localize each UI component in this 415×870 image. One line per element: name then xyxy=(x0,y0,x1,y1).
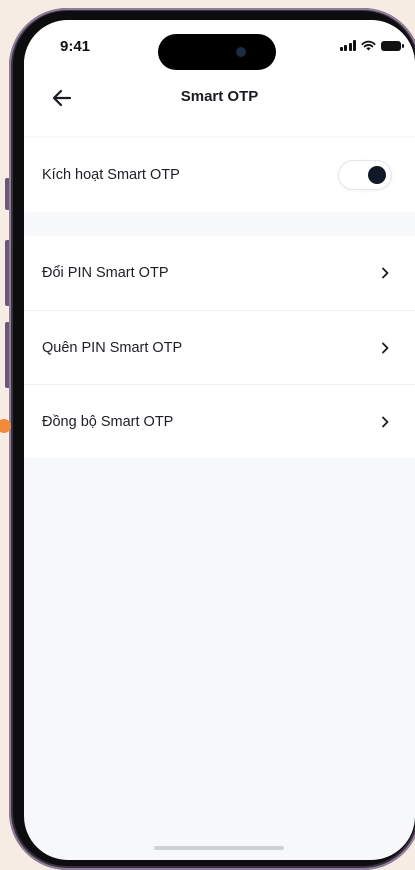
wifi-icon xyxy=(361,40,376,51)
activation-label: Kích hoạt Smart OTP xyxy=(42,167,180,183)
activation-card: Kích hoạt Smart OTP xyxy=(24,138,415,212)
menu-card: Đổi PIN Smart OTP Quên PIN Smart OTP Đồn… xyxy=(24,236,415,458)
front-camera-icon xyxy=(236,47,246,57)
status-time: 9:41 xyxy=(60,38,91,55)
menu-item-change-pin[interactable]: Đổi PIN Smart OTP xyxy=(24,236,415,310)
toggle-knob xyxy=(368,166,386,184)
device-stage: 9:41 Smart OTP Kích hoạt Smart OTP Đổi P… xyxy=(0,0,415,870)
nav-header: Smart OTP xyxy=(24,72,415,136)
activation-row: Kích hoạt Smart OTP xyxy=(24,138,415,212)
chevron-right-icon xyxy=(382,342,389,353)
menu-item-label: Đổi PIN Smart OTP xyxy=(42,265,169,281)
menu-item-forgot-pin[interactable]: Quên PIN Smart OTP xyxy=(24,310,415,384)
status-icons xyxy=(339,40,404,51)
status-bar: 9:41 xyxy=(24,20,415,72)
chevron-right-icon xyxy=(382,416,389,427)
home-indicator[interactable] xyxy=(154,846,284,850)
cellular-signal-icon xyxy=(339,40,356,51)
menu-item-sync[interactable]: Đồng bộ Smart OTP xyxy=(24,384,415,458)
dynamic-island xyxy=(158,34,276,70)
phone-screen: 9:41 Smart OTP Kích hoạt Smart OTP Đổi P… xyxy=(24,20,415,860)
menu-item-label: Quên PIN Smart OTP xyxy=(42,339,183,356)
battery-icon xyxy=(381,40,404,51)
smart-otp-toggle[interactable] xyxy=(339,161,391,189)
menu-item-label: Đồng bộ Smart OTP xyxy=(42,413,174,430)
page-title: Smart OTP xyxy=(180,88,259,105)
chevron-right-icon xyxy=(382,267,389,279)
